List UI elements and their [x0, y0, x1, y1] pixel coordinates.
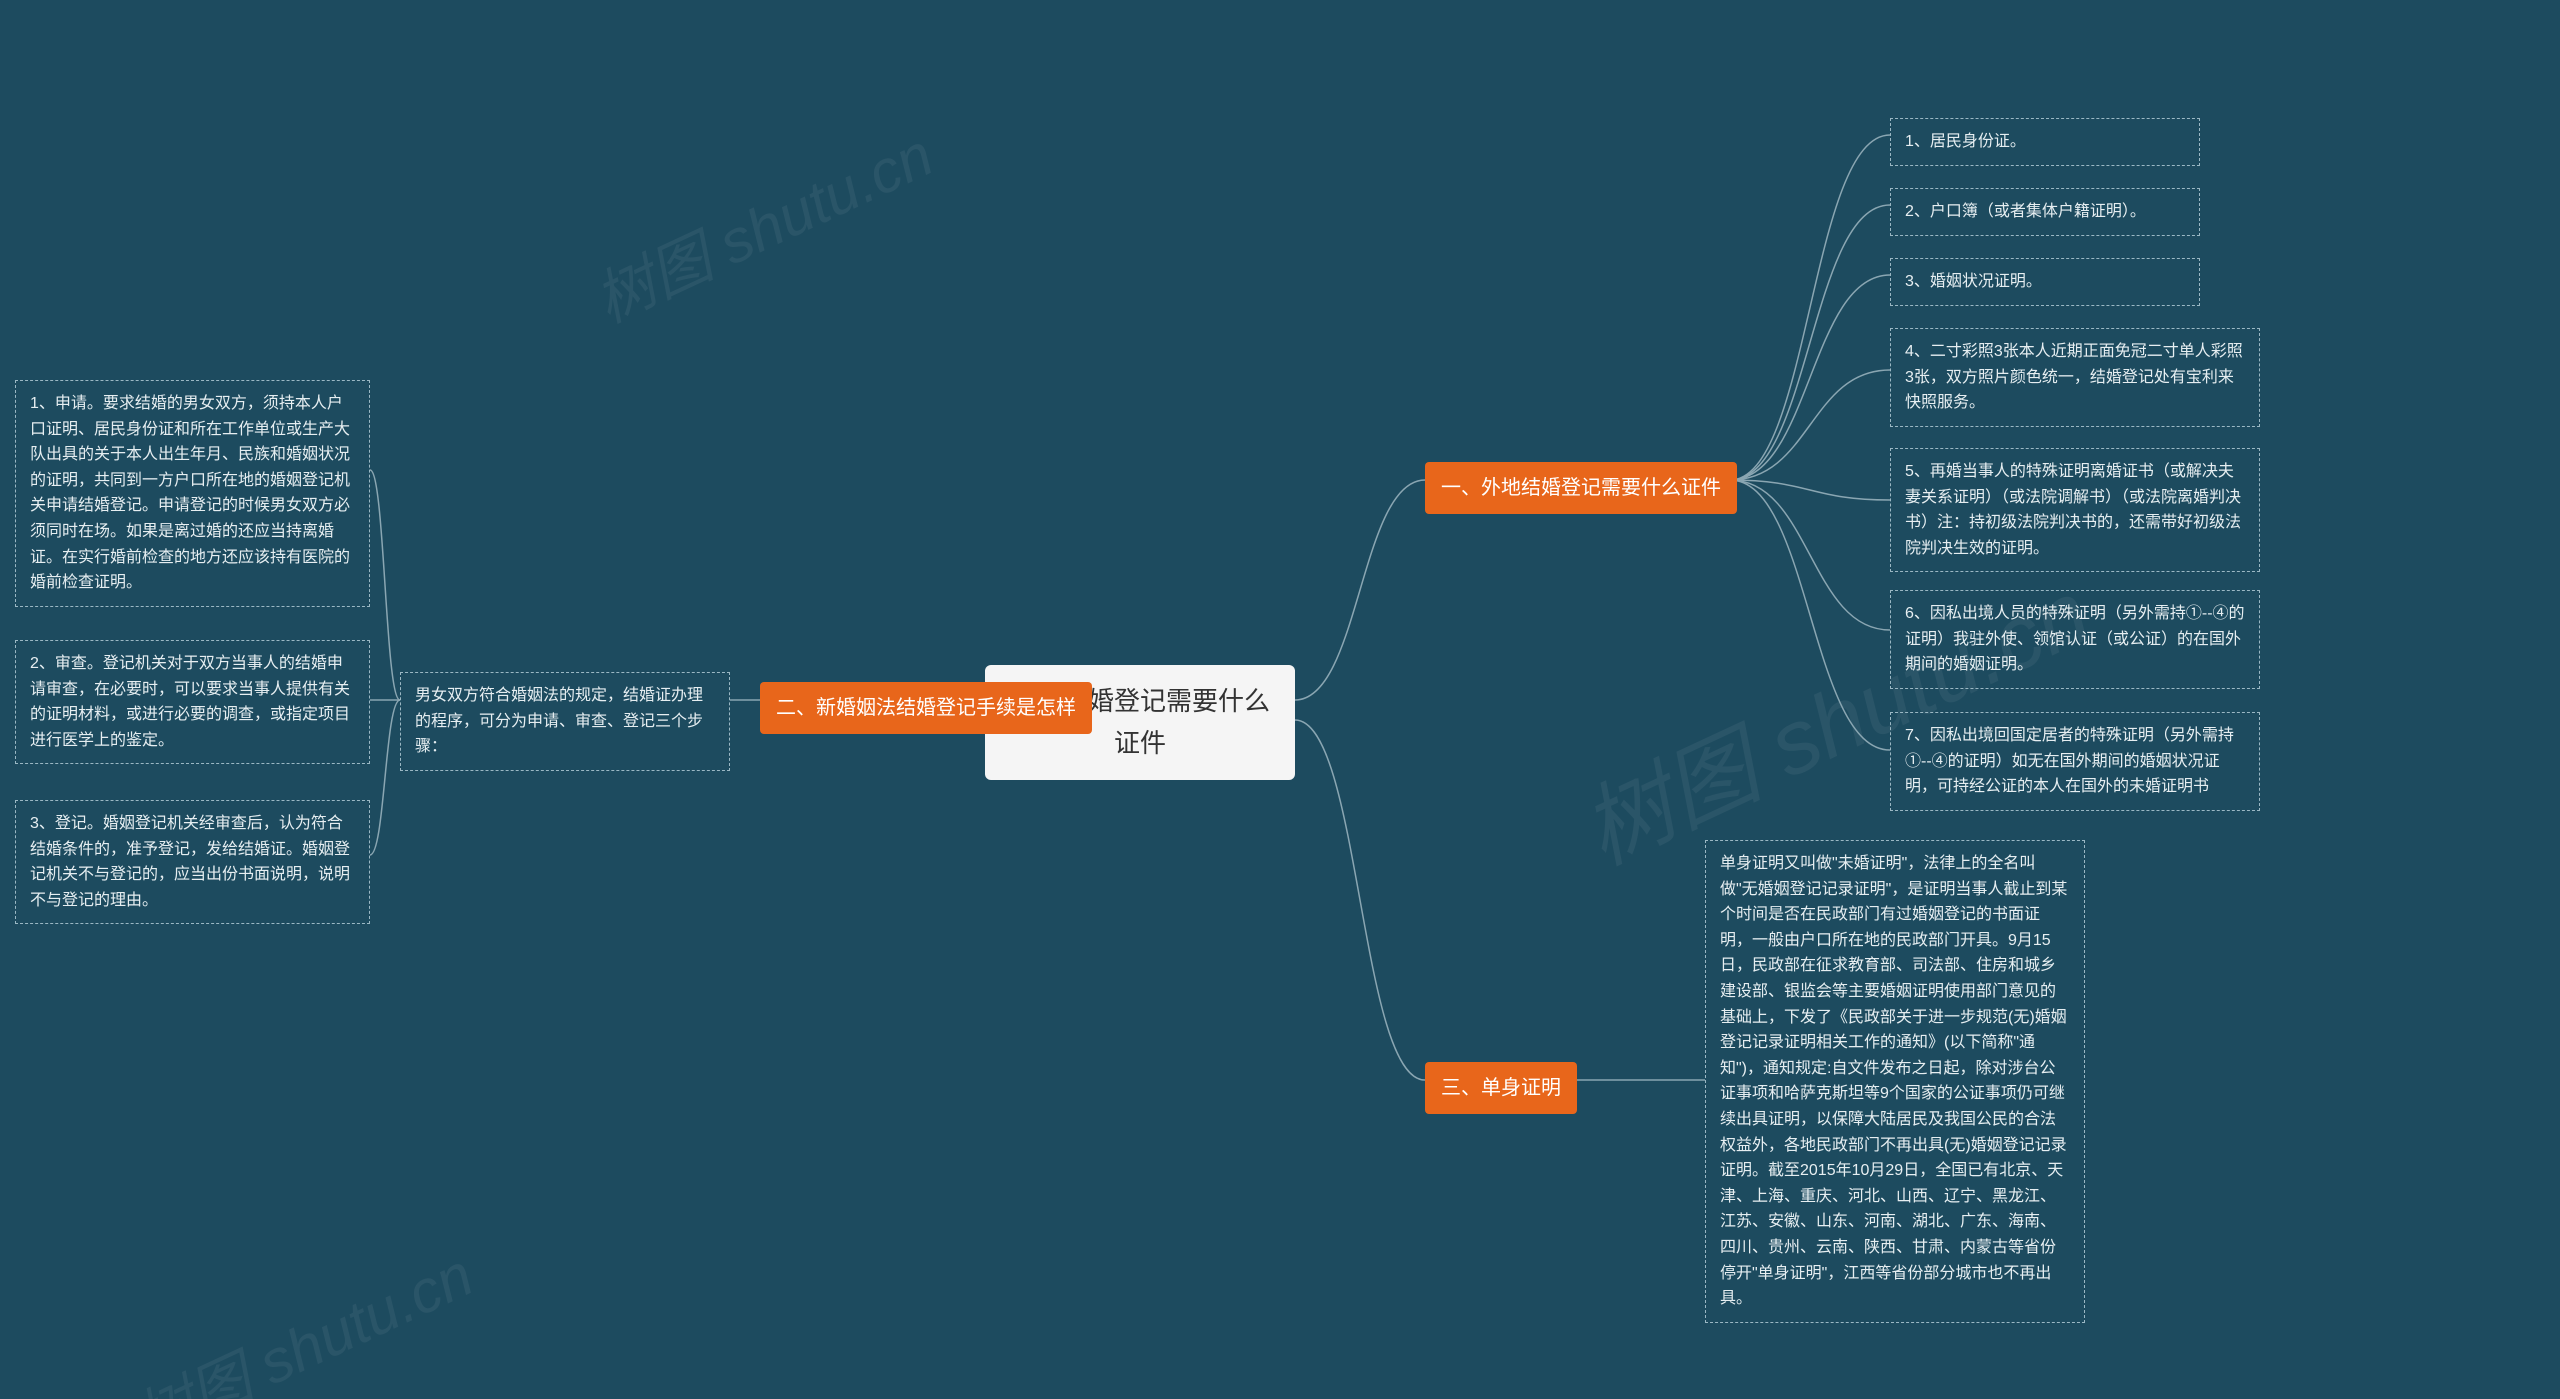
branch-2: 二、新婚姻法结婚登记手续是怎样	[760, 682, 1092, 734]
branch-1-item: 7、因私出境回国定居者的特殊证明（另外需持①--④的证明）如无在国外期间的婚姻状…	[1890, 712, 2260, 811]
branch-1-item: 3、婚姻状况证明。	[1890, 258, 2200, 306]
branch-2-intro: 男女双方符合婚姻法的规定，结婚证办理的程序，可分为申请、审查、登记三个步骤：	[400, 672, 730, 771]
watermark: 树图 shutu.cn	[119, 1227, 485, 1399]
branch-3-text: 单身证明又叫做"未婚证明"，法律上的全名叫做"无婚姻登记记录证明"，是证明当事人…	[1705, 840, 2085, 1323]
branch-2-step-2: 2、审查。登记机关对于双方当事人的结婚申请审查，在必要时，可以要求当事人提供有关…	[15, 640, 370, 764]
branch-1: 一、外地结婚登记需要什么证件	[1425, 462, 1737, 514]
branch-1-item: 6、因私出境人员的特殊证明（另外需持①--④的证明）我驻外使、领馆认证（或公证）…	[1890, 590, 2260, 689]
watermark: 树图 shutu.cn	[579, 107, 945, 339]
branch-1-item: 5、再婚当事人的特殊证明离婚证书（或解决夫妻关系证明）（或法院调解书）（或法院离…	[1890, 448, 2260, 572]
branch-1-item: 1、居民身份证。	[1890, 118, 2200, 166]
branch-1-item: 2、户口簿（或者集体户籍证明）。	[1890, 188, 2200, 236]
branch-2-step-3: 3、登记。婚姻登记机关经审查后，认为符合结婚条件的，准予登记，发给结婚证。婚姻登…	[15, 800, 370, 924]
branch-3: 三、单身证明	[1425, 1062, 1577, 1114]
branch-2-step-1: 1、申请。要求结婚的男女双方，须持本人户口证明、居民身份证和所在工作单位或生产大…	[15, 380, 370, 607]
branch-1-item: 4、二寸彩照3张本人近期正面免冠二寸单人彩照3张，双方照片颜色统一，结婚登记处有…	[1890, 328, 2260, 427]
